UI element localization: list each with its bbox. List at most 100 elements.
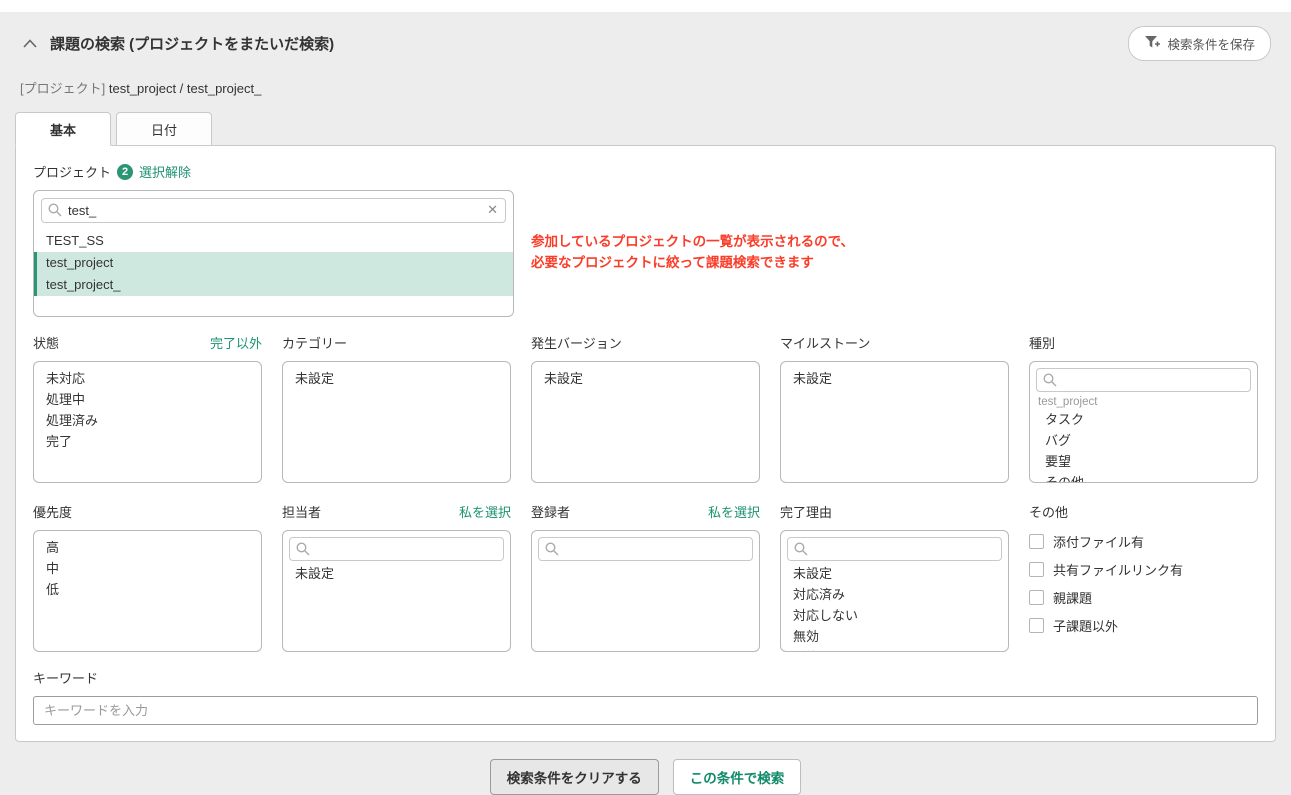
list-item[interactable]: 対応しない [781,606,1008,627]
assignee-listbox[interactable]: 未設定 [282,530,511,652]
category-label: カテゴリー [282,333,347,352]
filter-plus-icon [1144,35,1160,53]
form-actions: 検索条件をクリアする この条件で検索 [0,759,1291,795]
project-picker: ✕ TEST_SS test_project test_project_ [33,190,514,317]
tab-date[interactable]: 日付 [116,112,212,146]
top-strip [0,0,1291,12]
select-me-link[interactable]: 私を選択 [459,502,511,521]
search-with-conditions-button[interactable]: この条件で検索 [673,759,802,795]
priority-field: 優先度 高 中 低 [33,499,262,652]
milestone-field: マイルストーン 未設定 [780,330,1009,483]
list-item[interactable]: 未対応 [34,369,261,390]
issue-type-search-input[interactable] [1036,368,1251,392]
checkbox[interactable] [1029,590,1044,605]
save-search-conditions-button[interactable]: 検索条件を保存 [1128,26,1271,61]
select-me-link[interactable]: 私を選択 [708,502,760,521]
creator-search-input[interactable] [538,537,753,561]
list-item[interactable]: 完了 [34,432,261,453]
issue-type-listbox[interactable]: test_project タスク バグ 要望 その他 [1029,361,1258,483]
project-search-wrap: ✕ [41,198,506,223]
search-icon [48,203,62,220]
priority-label: 優先度 [33,502,72,521]
status-listbox[interactable]: 未対応 処理中 処理済み 完了 [33,361,262,483]
milestone-listbox[interactable]: 未設定 [780,361,1009,483]
creator-listbox[interactable] [531,530,760,652]
search-icon [545,542,559,559]
search-form-panel: プロジェクト 2 選択解除 ✕ TEST_SS test_project tes… [15,145,1276,742]
tab-basic[interactable]: 基本 [15,112,111,146]
version-listbox[interactable]: 未設定 [531,361,760,483]
assignee-search-input[interactable] [289,537,504,561]
project-option[interactable]: TEST_SS [34,230,513,252]
resolution-listbox[interactable]: 未設定 対応済み 対応しない 無効 重複 [780,530,1009,652]
issue-type-label: 種別 [1029,333,1055,352]
selected-count-badge: 2 [117,164,133,180]
breadcrumb-prefix: [プロジェクト] [20,81,105,96]
checkbox[interactable] [1029,618,1044,633]
list-item[interactable]: バグ [1030,431,1257,452]
clear-conditions-button[interactable]: 検索条件をクリアする [490,759,659,795]
save-button-label: 検索条件を保存 [1167,34,1255,53]
creator-field: 登録者 私を選択 [531,499,760,652]
tab-bar: 基本 日付 [15,112,1291,145]
list-item[interactable]: 未設定 [781,369,1008,390]
not-completed-link[interactable]: 完了以外 [210,333,262,352]
list-item[interactable]: 要望 [1030,452,1257,473]
filter-row-1: 状態 完了以外 未対応 処理中 処理済み 完了 カテゴリー 未設定 発生バージョ… [33,330,1258,483]
checkbox-row-attachment[interactable]: 添付ファイル有 [1029,532,1258,551]
assignee-field: 担当者 私を選択 未設定 [282,499,511,652]
checkbox-row-shared-file-link[interactable]: 共有ファイルリンク有 [1029,560,1258,579]
page-title: 課題の検索 (プロジェクトをまたいだ検索) [50,33,334,54]
breadcrumb-path: test_project / test_project_ [109,81,261,96]
list-item[interactable]: 無効 [781,627,1008,648]
list-item[interactable]: 未設定 [283,564,510,585]
milestone-label: マイルストーン [780,333,870,352]
list-item[interactable]: その他 [1030,473,1257,483]
search-icon [296,542,310,559]
list-item[interactable]: 未設定 [283,369,510,390]
priority-listbox[interactable]: 高 中 低 [33,530,262,652]
project-option-selected[interactable]: test_project [34,252,513,274]
other-field: その他 添付ファイル有 共有ファイルリンク有 親課題 子課題以外 [1029,499,1258,652]
project-label: プロジェクト [33,162,111,181]
list-item[interactable]: 未設定 [781,564,1008,585]
annotation-note: 参加しているプロジェクトの一覧が表示されるので、 必要なプロジェクトに絞って課題… [531,232,854,274]
other-label: その他 [1029,502,1068,521]
project-field-head: プロジェクト 2 選択解除 [33,162,1258,181]
checkbox[interactable] [1029,562,1044,577]
breadcrumb: [プロジェクト] test_project / test_project_ [0,78,1291,97]
search-icon [794,542,808,559]
checkbox-row-parent-issue[interactable]: 親課題 [1029,588,1258,607]
filter-row-2: 優先度 高 中 低 担当者 私を選択 未設定 [33,499,1258,652]
list-item[interactable]: 中 [34,559,261,580]
deselect-link[interactable]: 選択解除 [139,162,191,181]
checkbox-row-exclude-child-issue[interactable]: 子課題以外 [1029,616,1258,635]
list-item[interactable]: 対応済み [781,585,1008,606]
resolution-field: 完了理由 未設定 対応済み 対応しない 無効 重複 [780,499,1009,652]
checkbox[interactable] [1029,534,1044,549]
issue-type-field: 種別 test_project タスク バグ 要望 その他 [1029,330,1258,483]
list-item[interactable]: 高 [34,538,261,559]
group-label: test_project [1030,395,1257,410]
status-field: 状態 完了以外 未対応 処理中 処理済み 完了 [33,330,262,483]
list-item[interactable]: 処理中 [34,390,261,411]
project-option-selected[interactable]: test_project_ [34,274,513,296]
list-item[interactable]: 重複 [781,648,1008,652]
project-search-input[interactable] [41,198,506,223]
search-icon [1043,373,1057,390]
list-item[interactable]: 低 [34,580,261,601]
list-item[interactable]: 未設定 [532,369,759,390]
clear-search-icon[interactable]: ✕ [487,202,498,218]
version-field: 発生バージョン 未設定 [531,330,760,483]
list-item[interactable]: タスク [1030,410,1257,431]
status-label: 状態 [33,333,59,352]
annotation-line-2: 必要なプロジェクトに絞って課題検索できます [531,253,854,274]
collapse-chevron-icon[interactable] [20,34,40,54]
resolution-label: 完了理由 [780,502,832,521]
keyword-input[interactable] [33,696,1258,725]
category-listbox[interactable]: 未設定 [282,361,511,483]
resolution-search-input[interactable] [787,537,1002,561]
list-item[interactable]: 処理済み [34,411,261,432]
keyword-label: キーワード [33,668,1258,687]
assignee-label: 担当者 [282,502,321,521]
